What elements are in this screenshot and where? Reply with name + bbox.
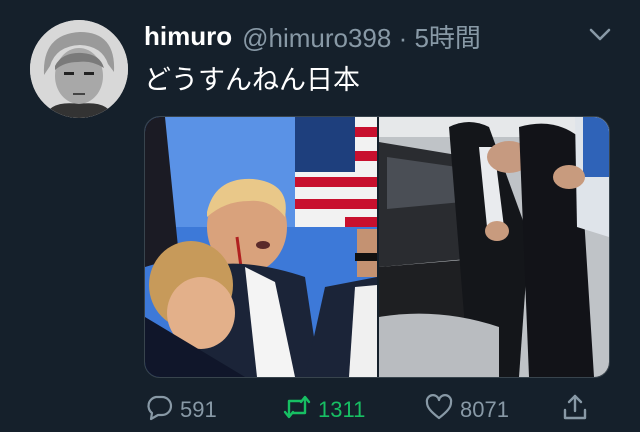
chevron-down-icon[interactable] [588, 26, 612, 44]
display-name[interactable]: himuro [144, 21, 232, 52]
share-button[interactable] [560, 392, 590, 428]
media-photo-2[interactable] [379, 117, 609, 377]
retweet-icon [282, 392, 312, 428]
retweet-button[interactable]: 1311 [282, 392, 365, 428]
tweet-media[interactable] [144, 116, 610, 378]
avatar-photo [30, 20, 128, 118]
heart-icon [424, 392, 454, 428]
avatar[interactable] [30, 20, 128, 118]
tweet-header: himuro @himuro398 · 5時間 [144, 16, 481, 56]
reply-button[interactable]: 591 [144, 392, 217, 428]
like-count: 8071 [460, 397, 509, 422]
share-icon [560, 392, 590, 428]
tweet-text: どうすんねん日本 [144, 65, 360, 95]
reply-count: 591 [180, 397, 217, 422]
retweet-count: 1311 [318, 397, 366, 422]
handle-and-time[interactable]: @himuro398 · 5時間 [242, 18, 481, 55]
flag-graphic [295, 117, 377, 227]
media-photo-1[interactable] [145, 117, 379, 377]
tweet-actions: 591 1311 8071 [144, 392, 608, 432]
comment-icon [144, 392, 174, 428]
like-button[interactable]: 8071 [424, 392, 509, 428]
